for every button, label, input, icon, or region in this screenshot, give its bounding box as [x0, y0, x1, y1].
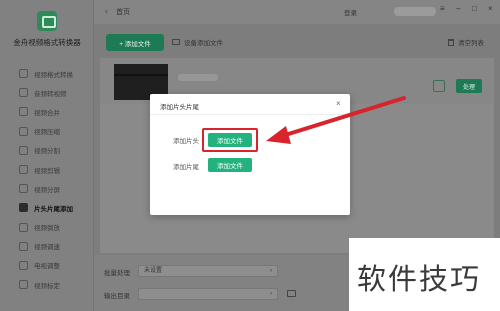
sidebar-item-video-edit[interactable]: 视频剪辑	[0, 160, 94, 179]
device-add-label: 设备添加文件	[184, 40, 223, 47]
dialog-divider	[150, 114, 350, 115]
batch-select[interactable]: 未设置 ›	[138, 265, 278, 277]
sidebar-item-split-screen[interactable]: 视频分屏	[0, 179, 94, 198]
sidebar-item-video-format-convert[interactable]: 视频格式转换	[0, 64, 94, 83]
speed-icon	[19, 241, 28, 251]
dialog-close-icon[interactable]: ×	[336, 99, 341, 108]
back-arrow-icon[interactable]: ‹	[105, 6, 108, 16]
cut-icon	[19, 145, 28, 155]
sidebar-item-label: 视频调速	[34, 244, 60, 252]
file-name-blurred	[178, 74, 218, 81]
app-logo-icon	[37, 11, 57, 31]
batch-select-value: 未设置	[144, 268, 163, 274]
sidebar-item-video-compress[interactable]: 视频压缩	[0, 122, 94, 141]
sidebar-item-intro-outro[interactable]: 片头片尾添加	[0, 198, 94, 217]
sidebar-item-label: 视频分割	[34, 148, 60, 156]
sidebar-item-video-mark[interactable]: 视频标定	[0, 275, 94, 294]
edit-icon	[19, 165, 28, 175]
mark-icon	[19, 280, 28, 290]
output-dir-label: 输出目录	[104, 293, 130, 300]
clear-list-button[interactable]: 清空列表	[448, 37, 484, 47]
breadcrumb-home[interactable]: 首页	[116, 7, 130, 17]
sidebar-item-video-reverse[interactable]: 视频倒放	[0, 218, 94, 237]
device-icon	[172, 39, 180, 45]
output-dir-field[interactable]: ›	[138, 288, 278, 300]
sidebar-item-label: 视频格式转换	[34, 71, 73, 79]
device-add-file-button[interactable]: 设备添加文件	[172, 37, 223, 47]
sidebar-item-video-merge[interactable]: 视频合并	[0, 102, 94, 121]
reverse-icon	[19, 222, 28, 232]
folder-icon[interactable]	[287, 290, 296, 297]
sidebar-item-video-speed[interactable]: 视频调速	[0, 237, 94, 256]
minimize-icon[interactable]: –	[456, 4, 460, 13]
split-screen-icon	[19, 184, 28, 194]
watermark-text: 软件技巧	[357, 262, 482, 296]
intro-label: 添加片头	[173, 138, 199, 145]
batch-label: 批量处理	[104, 270, 130, 277]
menu-icon[interactable]: ≡	[440, 4, 445, 13]
maximize-icon[interactable]: □	[472, 4, 477, 13]
sidebar-item-label: 视频剪辑	[34, 167, 60, 175]
user-info-blurred	[394, 7, 436, 16]
trash-icon	[448, 38, 454, 46]
sidebar-item-label: 片头片尾添加	[34, 205, 73, 213]
audio-icon	[19, 88, 28, 98]
add-outro-file-button[interactable]: 添加文件	[208, 158, 252, 172]
chevron-right-icon: ›	[270, 268, 272, 274]
outro-label: 添加片尾	[173, 164, 199, 171]
intro-outro-icon	[19, 203, 28, 213]
process-button[interactable]: 处理	[456, 79, 482, 93]
add-intro-file-button[interactable]: 添加文件	[208, 133, 252, 147]
sidebar-item-audio-to-video[interactable]: 音频转视频	[0, 83, 94, 102]
settings-icon[interactable]	[433, 80, 445, 92]
app-name: 金舟视频格式转换器	[13, 38, 81, 47]
intro-outro-dialog: 添加片头片尾 × 添加片头 添加文件 添加片尾 添加文件	[150, 94, 350, 215]
sidebar-item-label: 视频合并	[34, 109, 60, 117]
sidebar-item-label: 视频标定	[34, 282, 60, 290]
clear-list-label: 清空列表	[458, 40, 484, 47]
sidebar-item-label: 音频转视频	[34, 90, 67, 98]
merge-icon	[19, 107, 28, 117]
title-bar: ‹ 首页 登录 ≡ – □ ×	[94, 0, 500, 24]
sidebar-item-label: 视频分屏	[34, 186, 60, 194]
watermark-panel: 软件技巧	[349, 238, 500, 311]
sidebar-item-label: 电视调整	[34, 263, 60, 271]
sidebar: 金舟视频格式转换器 视频格式转换 音频转视频 视频合并 视频压缩 视频分割 视频…	[0, 0, 94, 311]
sidebar-item-video-split[interactable]: 视频分割	[0, 141, 94, 160]
video-convert-icon	[19, 69, 28, 79]
dialog-title: 添加片头片尾	[160, 104, 199, 111]
sidebar-item-label: 视频倒放	[34, 225, 60, 233]
app-window: 金舟视频格式转换器 视频格式转换 音频转视频 视频合并 视频压缩 视频分割 视频…	[0, 0, 500, 311]
close-icon[interactable]: ×	[488, 4, 493, 13]
sidebar-nav: 视频格式转换 音频转视频 视频合并 视频压缩 视频分割 视频剪辑 视频分屏 片头…	[0, 64, 94, 294]
login-link[interactable]: 登录	[344, 7, 357, 17]
compress-icon	[19, 126, 28, 136]
add-file-button[interactable]: + 添加文件	[106, 34, 164, 51]
tv-icon	[19, 260, 28, 270]
chevron-right-icon: ›	[270, 291, 272, 297]
sidebar-item-label: 视频压缩	[34, 129, 60, 137]
sidebar-item-tv-adjust[interactable]: 电视调整	[0, 256, 94, 275]
